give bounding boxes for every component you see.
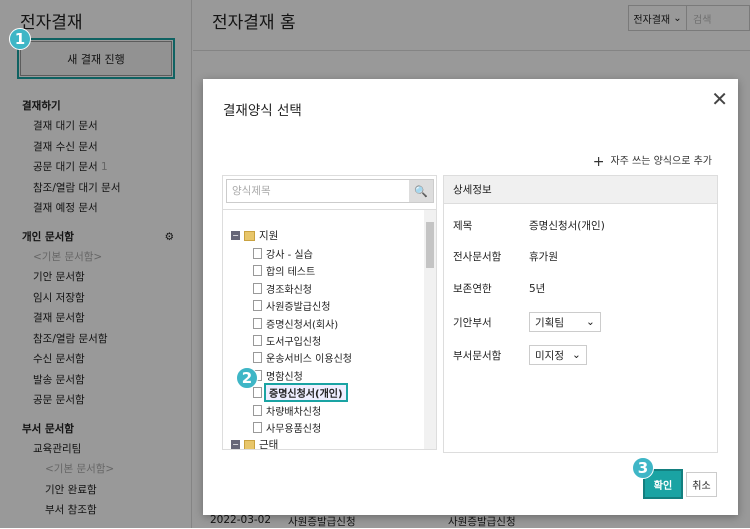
close-icon[interactable]: ✕ (711, 87, 728, 111)
form-select-dialog: 결재양식 선택 ✕ + 자주 쓰는 양식으로 추가 양식제목 🔍 − 지원강사 - … (203, 79, 738, 515)
detail-label: 기안부서 (453, 316, 492, 329)
tree-item[interactable]: 차량배차신청 (253, 403, 321, 418)
document-icon (253, 422, 262, 433)
tree-item-label: 증명신청서(회사) (266, 319, 339, 331)
tree-item-label: 운송서비스 이용신청 (266, 354, 352, 366)
document-icon (253, 317, 262, 329)
tree-item-label: 강사 - 실습 (266, 250, 313, 261)
tree-item[interactable]: 강사 - 실습 (253, 246, 313, 261)
tree-body: − 지원강사 - 실습합의 테스트경조화신청사원증발급신청증명신청서(회사) 도서구… (223, 209, 436, 449)
draft-dept-select[interactable]: 기획팀 ⌄ (529, 312, 601, 332)
detail-panel: 상세정보 제목 증명신청서(개인) 전사문서함 휴가원 보존연한 5년 기안부서 기획팀… (443, 175, 718, 453)
document-icon (253, 248, 262, 259)
tree-item-label: 도서구입신청 (266, 337, 322, 348)
document-icon (253, 300, 262, 312)
scrollbar-thumb[interactable] (426, 222, 434, 268)
scrollbar[interactable] (424, 210, 436, 449)
collapse-icon[interactable]: − (231, 440, 240, 449)
detail-row: 부서문서함 미지정 ⌄ (453, 345, 587, 365)
tree-item[interactable]: 증명신청서(회사) (253, 316, 338, 331)
step-badge-1: 1 (9, 28, 31, 50)
collapse-icon[interactable]: − (231, 231, 240, 240)
document-icon (253, 404, 262, 416)
detail-row: 제목 증명신청서(개인) (453, 218, 605, 233)
folder-icon (244, 230, 255, 241)
detail-label: 보존연한 (453, 283, 492, 295)
detail-label: 제목 (453, 220, 473, 232)
detail-label: 부서문서함 (453, 349, 502, 362)
document-icon (253, 282, 262, 294)
chevron-down-icon: ⌄ (571, 349, 581, 361)
step-badge-3: 3 (632, 457, 654, 479)
step-badge-2: 2 (236, 367, 258, 389)
detail-value: 증명신청서(개인) (529, 220, 605, 232)
document-icon (253, 352, 262, 364)
tree-folder[interactable]: − 지원 (231, 228, 278, 243)
tree-item[interactable]: 사원증발급신청 (253, 298, 330, 313)
form-search-input[interactable]: 양식제목 (227, 180, 409, 202)
plus-icon: + (592, 154, 605, 170)
tree-item-label: 증명신청서(개인) (264, 383, 348, 403)
search-icon[interactable]: 🔍 (409, 180, 433, 202)
tree-item[interactable]: 도서구입신청 (253, 333, 321, 348)
dialog-title: 결재양식 선택 (223, 103, 302, 119)
folder-label: 지원 (259, 230, 279, 242)
document-icon (253, 335, 262, 346)
tree-item-label: 합의 테스트 (266, 267, 316, 279)
tree-item-label: 사원증발급신청 (266, 302, 331, 314)
detail-value: 5년 (529, 283, 546, 295)
form-search: 양식제목 🔍 (226, 179, 434, 203)
tree-item-label: 차량배차신청 (266, 406, 322, 418)
detail-row: 전사문서함 휴가원 (453, 249, 558, 264)
tree-item[interactable]: 경조화신청 (253, 281, 312, 296)
tree-item[interactable]: 합의 테스트 (253, 263, 315, 278)
folder-icon (244, 439, 255, 449)
tree-item-label: 경조화신청 (266, 284, 312, 296)
detail-header: 상세정보 (444, 176, 717, 204)
add-favorite-button[interactable]: + 자주 쓰는 양식으로 추가 (593, 152, 712, 170)
tree-item[interactable]: 명함신청 (253, 368, 303, 383)
dept-box-select[interactable]: 미지정 ⌄ (529, 345, 587, 365)
tree-item-selected[interactable]: 증명신청서(개인) (253, 383, 348, 403)
cancel-button[interactable]: 취소 (686, 472, 717, 497)
add-favorite-label: 자주 쓰는 양식으로 추가 (610, 156, 712, 167)
select-value: 미지정 (535, 349, 564, 362)
folder-label: 근태 (259, 439, 279, 449)
form-tree: 양식제목 🔍 − 지원강사 - 실습합의 테스트경조화신청사원증발급신청증명신청서… (222, 175, 437, 450)
tree-item[interactable]: 사무용품신청 (253, 420, 321, 435)
document-icon (253, 265, 262, 277)
detail-row: 기안부서 기획팀 ⌄ (453, 312, 601, 332)
chevron-down-icon: ⌄ (585, 316, 595, 328)
tree-item-label: 명함신청 (266, 371, 303, 383)
tree-item-label: 사무용품신청 (266, 424, 322, 435)
document-icon (253, 387, 262, 399)
tree-folder[interactable]: − 근태 (231, 437, 278, 449)
detail-value: 휴가원 (529, 251, 558, 263)
detail-label: 전사문서함 (453, 251, 502, 263)
select-value: 기획팀 (535, 316, 564, 329)
tree-item[interactable]: 운송서비스 이용신청 (253, 350, 352, 365)
detail-row: 보존연한 5년 (453, 281, 545, 296)
